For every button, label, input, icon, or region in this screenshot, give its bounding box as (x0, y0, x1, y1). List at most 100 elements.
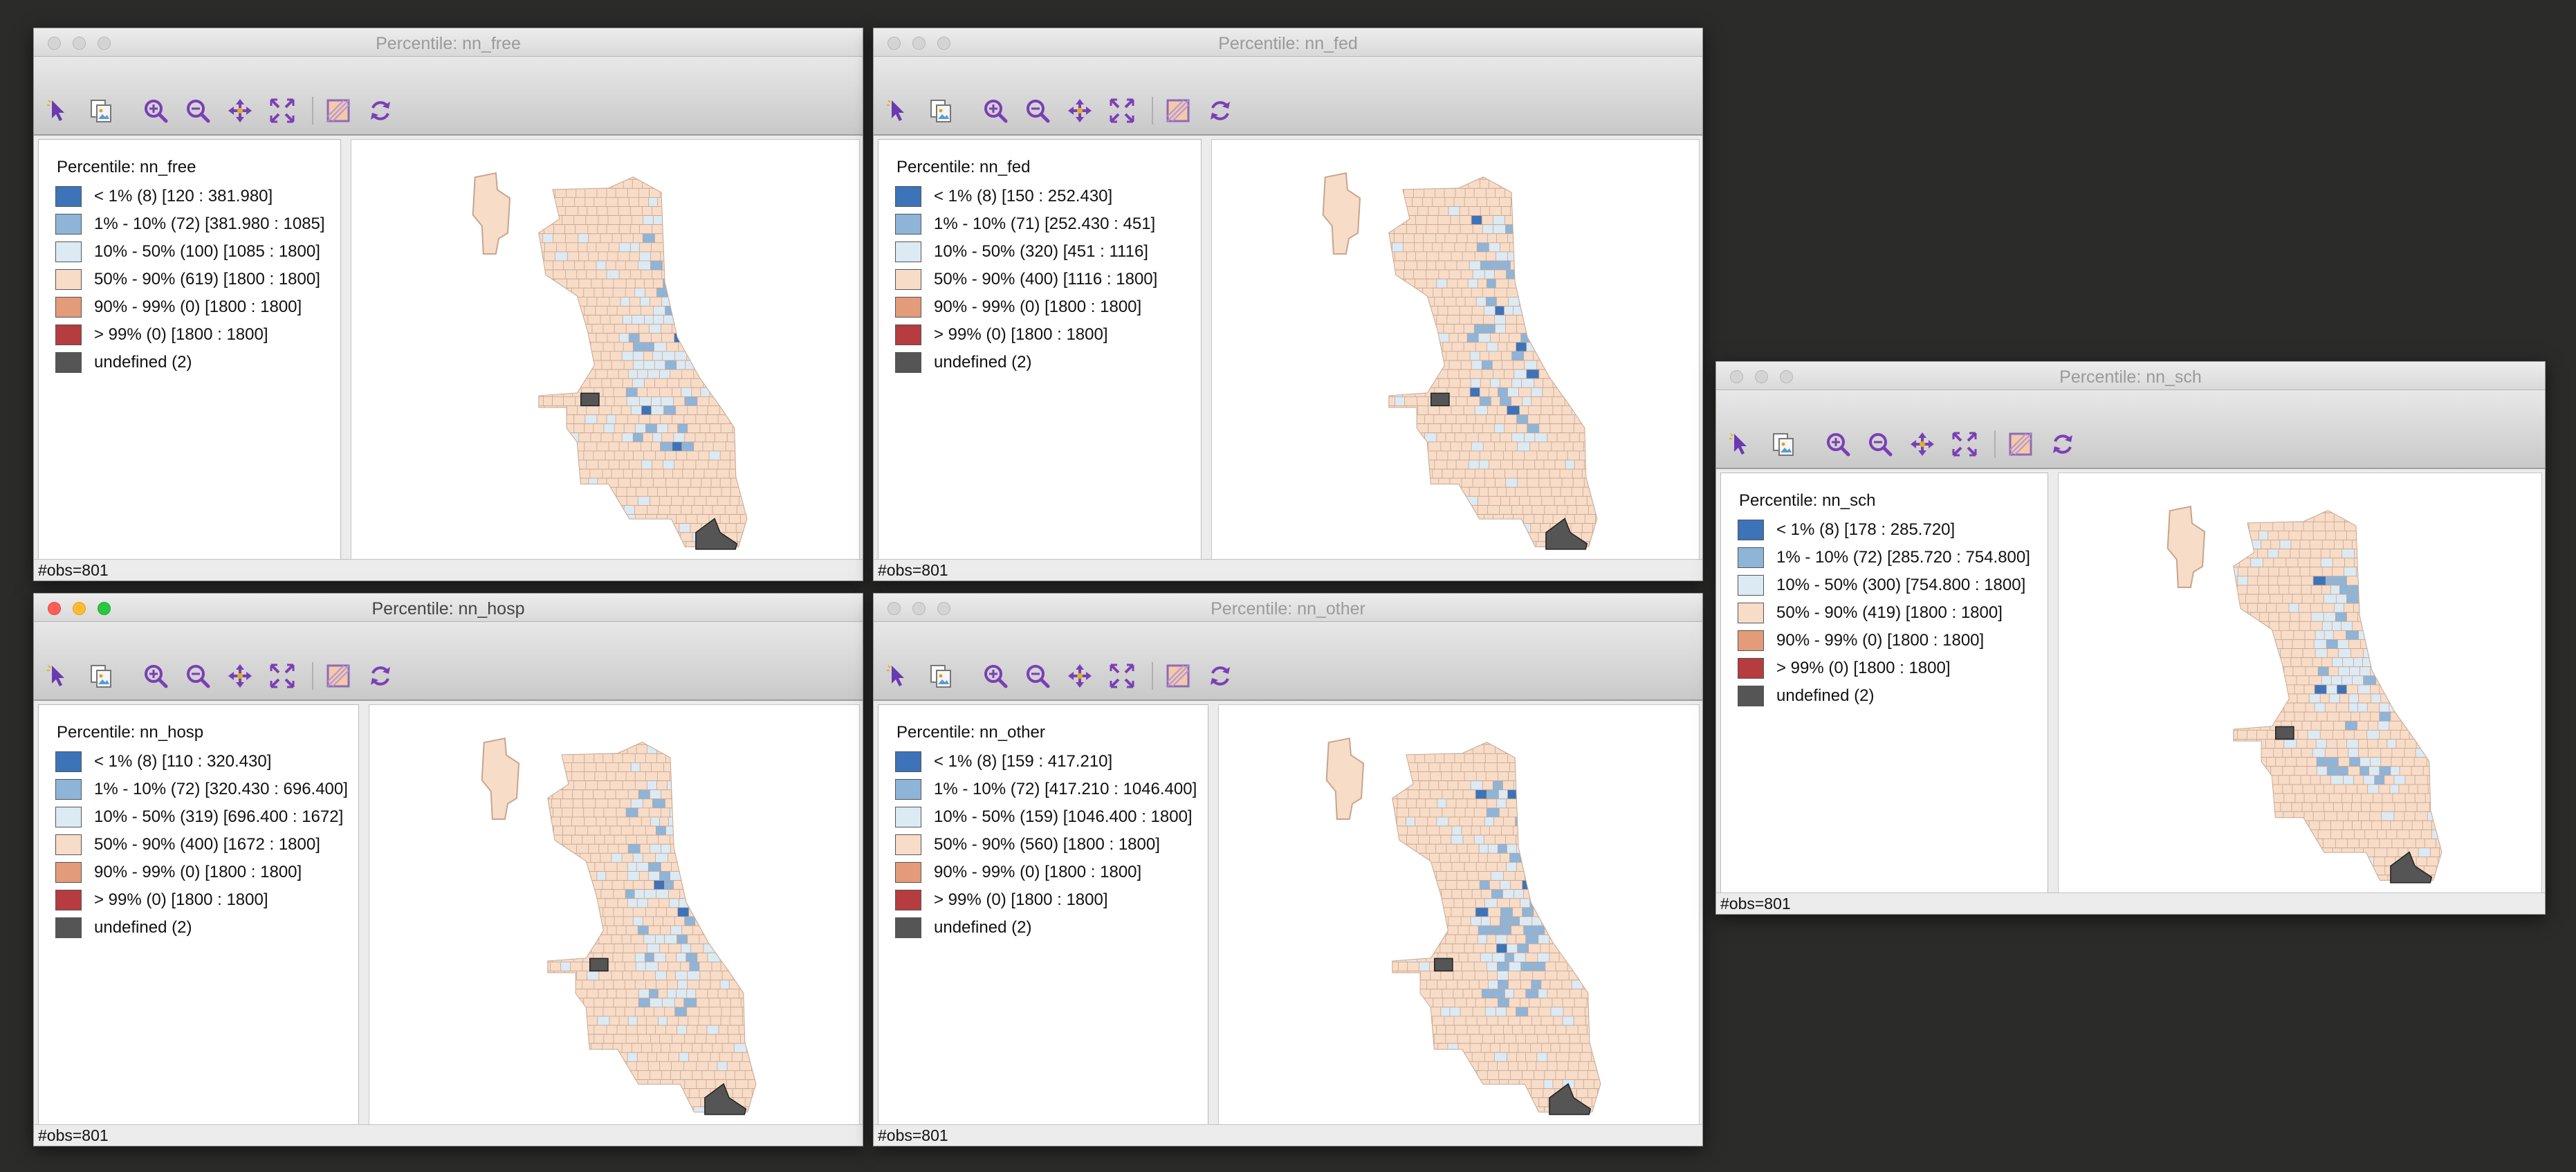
legend-item[interactable]: undefined (2) (1738, 685, 1874, 707)
zoom-in-icon[interactable] (140, 661, 171, 691)
legend-item[interactable]: undefined (2) (895, 917, 1031, 939)
copy-image-icon[interactable] (86, 95, 116, 126)
pan-icon[interactable] (1065, 661, 1095, 691)
refresh-icon[interactable] (2048, 429, 2078, 459)
pan-icon[interactable] (225, 661, 255, 691)
map-canvas[interactable] (1211, 139, 1700, 565)
selection-shape-icon[interactable] (2005, 429, 2036, 459)
legend-item[interactable]: > 99% (0) [1800 : 1800] (55, 324, 268, 346)
pan-icon[interactable] (1907, 429, 1938, 459)
legend-panel[interactable]: Percentile: nn_other < 1% (8) [159 : 417… (878, 704, 1208, 1130)
zoom-out-icon[interactable] (183, 95, 213, 126)
map-window-nn-other[interactable]: Percentile: nn_other Percentile: nn_othe… (873, 593, 1703, 1146)
map-canvas[interactable] (1218, 704, 1700, 1130)
map-canvas[interactable] (369, 704, 860, 1130)
zoom-in-icon[interactable] (980, 661, 1011, 691)
refresh-icon[interactable] (365, 661, 396, 691)
selection-shape-icon[interactable] (323, 661, 353, 691)
legend-item[interactable]: undefined (2) (55, 351, 192, 374)
map-canvas[interactable] (351, 139, 860, 565)
titlebar[interactable]: Percentile: nn_fed (874, 28, 1702, 57)
titlebar[interactable]: Percentile: nn_other (874, 594, 1702, 622)
select-arrow-icon[interactable] (1726, 429, 1756, 459)
legend-panel[interactable]: Percentile: nn_sch < 1% (8) [178 : 285.7… (1720, 473, 2048, 899)
legend-item[interactable]: 1% - 10% (71) [252.430 : 451] (895, 213, 1155, 235)
legend-item[interactable]: < 1% (8) [159 : 417.210] (895, 751, 1112, 773)
legend-item[interactable]: 90% - 99% (0) [1800 : 1800] (1738, 630, 1984, 652)
refresh-icon[interactable] (1205, 95, 1235, 126)
legend-panel[interactable]: Percentile: nn_fed < 1% (8) [150 : 252.4… (878, 139, 1202, 565)
legend-item[interactable]: < 1% (8) [150 : 252.430] (895, 185, 1112, 208)
selection-shape-icon[interactable] (1163, 661, 1193, 691)
legend-item[interactable]: undefined (2) (55, 917, 192, 939)
legend-item[interactable]: 90% - 99% (0) [1800 : 1800] (895, 861, 1141, 883)
split-divider[interactable] (1208, 704, 1218, 1130)
legend-item[interactable]: 50% - 90% (419) [1800 : 1800] (1738, 602, 2003, 624)
legend-item[interactable]: < 1% (8) [178 : 285.720] (1738, 519, 1955, 541)
refresh-icon[interactable] (1205, 661, 1235, 691)
legend-item[interactable]: > 99% (0) [1800 : 1800] (895, 324, 1108, 346)
titlebar[interactable]: Percentile: nn_free (34, 28, 863, 57)
full-extent-icon[interactable] (267, 661, 297, 691)
map-window-nn-sch[interactable]: Percentile: nn_sch Percentile: nn_sch < … (1715, 361, 2546, 915)
full-extent-icon[interactable] (267, 95, 297, 126)
select-arrow-icon[interactable] (44, 661, 74, 691)
split-divider[interactable] (1202, 139, 1211, 565)
selection-shape-icon[interactable] (1163, 95, 1193, 126)
legend-panel[interactable]: Percentile: nn_hosp < 1% (8) [110 : 320.… (38, 704, 359, 1130)
legend-item[interactable]: 10% - 50% (320) [451 : 1116] (895, 241, 1148, 263)
legend-item[interactable]: 1% - 10% (72) [285.720 : 754.800] (1738, 547, 2030, 569)
select-arrow-icon[interactable] (44, 95, 74, 126)
legend-item[interactable]: > 99% (0) [1800 : 1800] (895, 889, 1108, 911)
refresh-icon[interactable] (365, 95, 396, 126)
copy-image-icon[interactable] (926, 661, 956, 691)
split-divider[interactable] (359, 704, 369, 1130)
full-extent-icon[interactable] (1107, 661, 1137, 691)
select-arrow-icon[interactable] (883, 95, 914, 126)
zoom-in-icon[interactable] (1823, 429, 1853, 459)
copy-image-icon[interactable] (86, 661, 116, 691)
legend-item[interactable]: 10% - 50% (300) [754.800 : 1800] (1738, 574, 2025, 596)
full-extent-icon[interactable] (1949, 429, 1980, 459)
legend-item[interactable]: 10% - 50% (159) [1046.400 : 1800] (895, 806, 1193, 828)
zoom-out-icon[interactable] (1022, 95, 1053, 126)
legend-item[interactable]: 90% - 99% (0) [1800 : 1800] (55, 296, 302, 318)
copy-image-icon[interactable] (1768, 429, 1798, 459)
split-divider[interactable] (341, 139, 351, 565)
zoom-in-icon[interactable] (140, 95, 171, 126)
legend-item[interactable]: < 1% (8) [120 : 381.980] (55, 185, 273, 208)
legend-item[interactable]: > 99% (0) [1800 : 1800] (55, 889, 268, 911)
map-window-nn-hosp[interactable]: Percentile: nn_hosp Percentile: nn_hosp … (33, 593, 863, 1146)
legend-item[interactable]: 90% - 99% (0) [1800 : 1800] (55, 861, 302, 883)
legend-item[interactable]: 50% - 90% (400) [1672 : 1800] (55, 834, 320, 856)
legend-item[interactable]: < 1% (8) [110 : 320.430] (55, 751, 271, 773)
legend-item[interactable]: 10% - 50% (319) [696.400 : 1672] (55, 806, 343, 828)
copy-image-icon[interactable] (926, 95, 956, 126)
pan-icon[interactable] (225, 95, 255, 126)
legend-item[interactable]: undefined (2) (895, 351, 1031, 374)
legend-item[interactable]: 50% - 90% (560) [1800 : 1800] (895, 834, 1160, 856)
legend-item[interactable]: 1% - 10% (72) [417.210 : 1046.400] (895, 778, 1197, 800)
legend-item[interactable]: 50% - 90% (400) [1116 : 1800] (895, 268, 1157, 291)
pan-icon[interactable] (1065, 95, 1095, 126)
full-extent-icon[interactable] (1107, 95, 1137, 126)
legend-item[interactable]: 1% - 10% (72) [381.980 : 1085] (55, 213, 325, 235)
legend-item[interactable]: 50% - 90% (619) [1800 : 1800] (55, 268, 320, 291)
legend-item[interactable]: 90% - 99% (0) [1800 : 1800] (895, 296, 1141, 318)
zoom-out-icon[interactable] (1022, 661, 1053, 691)
split-divider[interactable] (2048, 473, 2058, 899)
map-window-nn-free[interactable]: Percentile: nn_free Percentile: nn_free … (33, 28, 863, 581)
legend-item[interactable]: 10% - 50% (100) [1085 : 1800] (55, 241, 320, 263)
legend-item[interactable]: > 99% (0) [1800 : 1800] (1738, 657, 1951, 679)
legend-panel[interactable]: Percentile: nn_free < 1% (8) [120 : 381.… (38, 139, 341, 565)
legend-item[interactable]: 1% - 10% (72) [320.430 : 696.400] (55, 778, 348, 800)
titlebar[interactable]: Percentile: nn_sch (1716, 362, 2545, 390)
map-window-nn-fed[interactable]: Percentile: nn_fed Percentile: nn_fed < … (873, 28, 1703, 581)
zoom-out-icon[interactable] (183, 661, 213, 691)
zoom-out-icon[interactable] (1865, 429, 1895, 459)
titlebar[interactable]: Percentile: nn_hosp (34, 594, 863, 622)
zoom-in-icon[interactable] (980, 95, 1011, 126)
select-arrow-icon[interactable] (883, 661, 914, 691)
selection-shape-icon[interactable] (323, 95, 353, 126)
map-canvas[interactable] (2058, 473, 2542, 899)
